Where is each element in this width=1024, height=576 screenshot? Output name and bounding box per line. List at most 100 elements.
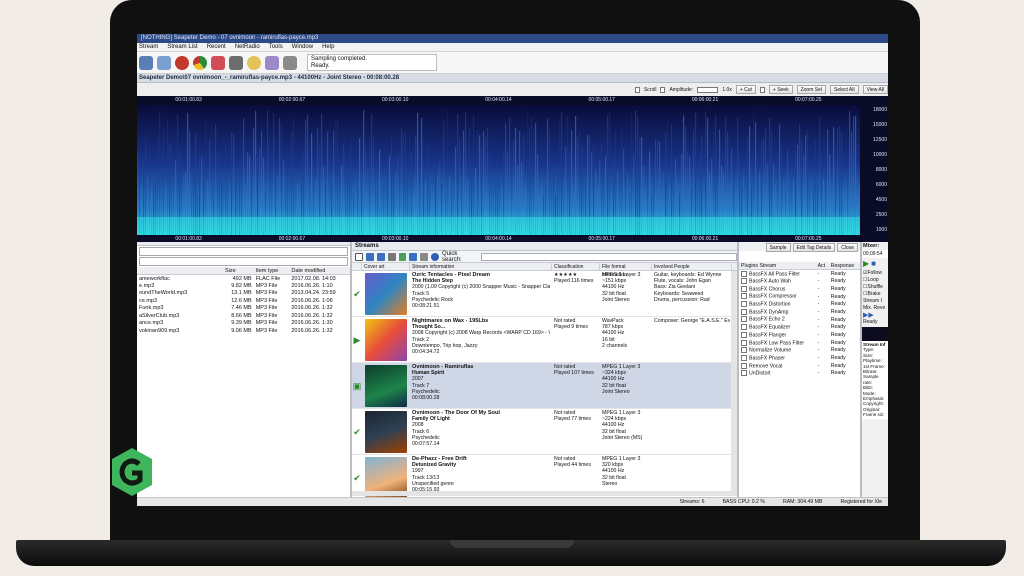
file-row[interactable]: Funk.mp3 7.46 MB MP3 File 2016.06.26. 1:32: [137, 305, 350, 313]
stream-row[interactable]: ▣ Ovnimoon - Ramiruflas Human Spirit 2007 Tr…: [352, 363, 737, 409]
plugin-checkbox[interactable]: [741, 278, 747, 285]
plugin-checkbox[interactable]: [741, 370, 747, 377]
stream-row[interactable]: ▶ Nightmares on Wax - 195Lbs Thought So...…: [352, 317, 737, 363]
settings-icon[interactable]: [229, 55, 243, 70]
file-row[interactable]: ameworkflac 492 MB FLAC File 2017.02.08. 14…: [137, 275, 350, 283]
plugin-checkbox[interactable]: [741, 347, 747, 354]
zoom-sel-button[interactable]: Zoom Sel: [796, 85, 826, 94]
col-plugin[interactable]: Plugins Stream: [739, 262, 816, 271]
amplitude-slider[interactable]: [697, 86, 719, 93]
plugin-row[interactable]: BassFX Distortion - Ready: [739, 300, 860, 308]
up-arrow-icon[interactable]: [365, 252, 374, 261]
info-icon[interactable]: [431, 252, 440, 261]
skip-icon[interactable]: ▶▶: [863, 312, 887, 319]
spectrogram[interactable]: [137, 105, 860, 235]
globe-icon[interactable]: [247, 55, 261, 70]
plugin-checkbox[interactable]: [741, 270, 747, 277]
seek-checkbox[interactable]: [759, 86, 765, 93]
select-all-button[interactable]: Select All: [830, 85, 859, 94]
filter-dropdown[interactable]: [139, 257, 348, 266]
plugin-row[interactable]: Remove Vocal - Ready: [739, 362, 860, 370]
file-row[interactable]: ce.mp3 12.6 MB MP3 File 2016.06.26. 1:06: [137, 297, 350, 305]
open-icon[interactable]: [139, 55, 153, 70]
quick-search-input[interactable]: [481, 252, 738, 261]
folder-dropdown[interactable]: [139, 247, 348, 256]
plugin-row[interactable]: BassFX Phaser - Ready: [739, 354, 860, 362]
plugin-checkbox[interactable]: [741, 308, 747, 315]
col-response[interactable]: Response: [828, 262, 860, 271]
file-row[interactable]: oundTheWorld.mp3 13.1 MB MP3 File 2013.04.2…: [137, 290, 350, 298]
plugin-row[interactable]: Normalize Volume - Ready: [739, 347, 860, 355]
scroll-checkbox[interactable]: [635, 86, 640, 93]
view-icon[interactable]: [420, 252, 429, 261]
playlist-icon[interactable]: [157, 55, 171, 70]
col-cover[interactable]: Cover art: [362, 263, 410, 270]
col-date[interactable]: Date modified: [289, 267, 350, 275]
menu-recent[interactable]: Recent: [207, 43, 226, 51]
plugin-row[interactable]: BassFX Echo 2 - Ready: [739, 316, 860, 324]
col-format[interactable]: File format information: [600, 263, 652, 278]
file-row[interactable]: ance.mp3 9.39 MB MP3 File 2016.06.26. 1:30: [137, 320, 350, 328]
plugin-checkbox[interactable]: [741, 354, 747, 361]
down-arrow-icon[interactable]: [376, 252, 385, 261]
loop-option[interactable]: ☐Loop: [863, 277, 887, 284]
select-icon[interactable]: [355, 252, 363, 261]
tag-icon[interactable]: [211, 55, 225, 70]
play-icon[interactable]: ▶: [863, 259, 869, 268]
plugin-row[interactable]: BassFX DynAmp - Ready: [739, 308, 860, 316]
col-act[interactable]: Act: [815, 262, 829, 271]
plugin-checkbox[interactable]: [741, 285, 747, 292]
view-all-button[interactable]: View All: [862, 85, 888, 94]
grid-icon[interactable]: [398, 252, 407, 261]
chart-icon[interactable]: [193, 55, 207, 70]
plugin-checkbox[interactable]: [741, 324, 747, 331]
list-icon[interactable]: [387, 252, 396, 261]
plugin-row[interactable]: BassFX Equalizer - Ready: [739, 324, 860, 332]
close-button[interactable]: Close: [837, 243, 858, 252]
file-row[interactable]: vokinan909.mp3 9.06 MB MP3 File 2016.06.26.…: [137, 327, 350, 335]
menu-window[interactable]: Window: [292, 43, 313, 51]
menu-netradio[interactable]: NetRadio: [235, 43, 260, 51]
file-row[interactable]: e.mp3 9.82 MB MP3 File 2016.06.26. 1:10: [137, 282, 350, 290]
plugin-row[interactable]: BassFX Chorus - Ready: [739, 285, 860, 293]
file-row[interactable]: aSilverClub.mp3 8.66 MB MP3 File 2016.06.26…: [137, 312, 350, 320]
menu-tools[interactable]: Tools: [269, 43, 283, 51]
record-icon[interactable]: [175, 55, 189, 70]
sample-button[interactable]: Sample: [765, 243, 791, 252]
streams-scrollbar[interactable]: [731, 271, 737, 491]
seek-button[interactable]: + Seek: [768, 85, 793, 94]
plugin-checkbox[interactable]: [741, 339, 747, 346]
col-name[interactable]: [137, 267, 223, 275]
plugin-checkbox[interactable]: [741, 293, 747, 300]
col-classification[interactable]: Classification: [552, 263, 600, 270]
amplitude-checkbox[interactable]: [660, 86, 666, 93]
cut-button[interactable]: + Cut: [735, 85, 756, 94]
plugin-row[interactable]: BassFX Low Pass Filter - Ready: [739, 339, 860, 347]
plugin-row[interactable]: UnDistort - Ready: [739, 370, 860, 378]
shuffle-option[interactable]: ☐Shuffle: [863, 284, 887, 291]
streams-hscrollbar[interactable]: [352, 491, 737, 496]
plugin-row[interactable]: BassFX Flanger - Ready: [739, 331, 860, 339]
plugin-checkbox[interactable]: [741, 362, 747, 369]
menu-stream-list[interactable]: Stream List: [167, 43, 197, 51]
stream-row[interactable]: ✔ Ovnimoon - The Door Of My Soul Family Of…: [352, 409, 737, 455]
follow-option[interactable]: ☑Follow: [863, 270, 887, 277]
col-type[interactable]: Item type: [253, 267, 290, 275]
plugin-row[interactable]: BassFX Compressor - Ready: [739, 293, 860, 301]
stream-row[interactable]: ✔ Ozric Tentacles - Pixel Dream The Hidden…: [352, 271, 737, 317]
col-people[interactable]: Involved People: [652, 263, 732, 270]
col-stream-info[interactable]: Stream information: [410, 263, 552, 270]
gear-icon[interactable]: [283, 55, 297, 70]
stop-icon[interactable]: ■: [871, 259, 876, 268]
plugin-row[interactable]: BassFX All Pass Filter - Ready: [739, 270, 860, 278]
menu-help[interactable]: Help: [322, 43, 334, 51]
disc-icon[interactable]: [265, 55, 279, 70]
brake-option[interactable]: ☐Brake: [863, 291, 887, 298]
plugin-row[interactable]: BassFX Auto Wah - Ready: [739, 277, 860, 285]
search-icon[interactable]: [409, 252, 418, 261]
plugin-checkbox[interactable]: [741, 331, 747, 338]
menu-stream[interactable]: Stream: [139, 43, 158, 51]
plugin-checkbox[interactable]: [741, 301, 747, 308]
edit-tags-button[interactable]: Edit Tag Details: [792, 243, 836, 252]
plugin-checkbox[interactable]: [741, 316, 747, 323]
